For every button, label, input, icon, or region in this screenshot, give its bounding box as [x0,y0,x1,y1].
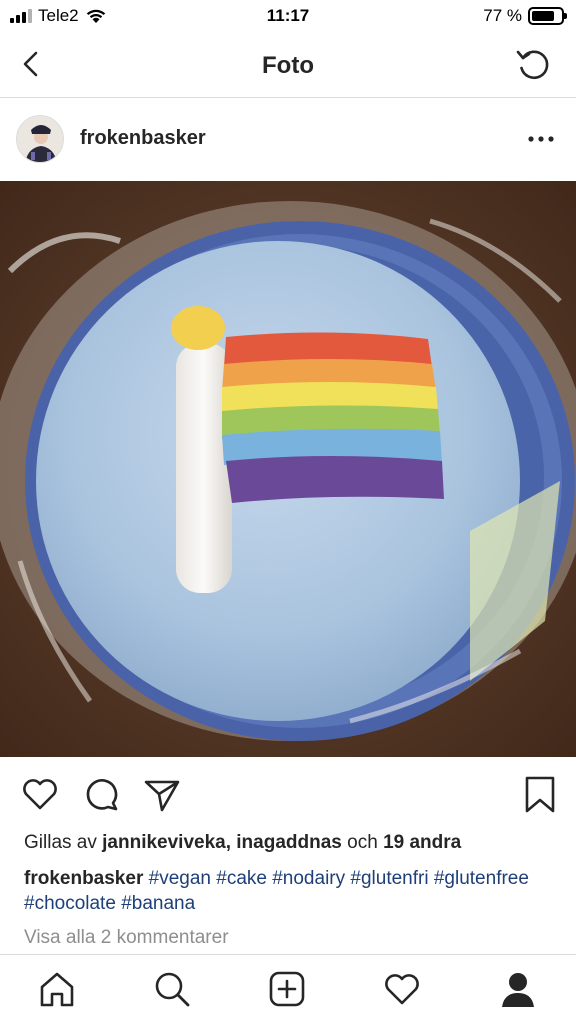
activity-heart-icon[interactable] [382,969,422,1009]
profile-icon[interactable] [498,969,538,1009]
battery-icon [528,7,567,25]
page-title: Foto [262,52,314,79]
hashtag[interactable]: #nodairy [272,868,345,889]
likes-prefix: Gillas av [24,832,97,853]
hashtag[interactable]: #banana [121,893,195,914]
comment-icon[interactable] [82,774,122,814]
hashtag[interactable]: #glutenfree [434,868,529,889]
liked-by-users[interactable]: jannikeviveka, inagaddnas [102,832,342,853]
search-icon[interactable] [152,969,192,1009]
hashtag[interactable]: #cake [216,868,267,889]
status-bar: Tele2 11:17 77 % [0,0,576,34]
add-post-icon[interactable] [267,969,307,1009]
cake-photo [0,181,576,757]
caption-username[interactable]: frokenbasker [24,868,143,889]
post-header: frokenbasker [0,99,576,181]
nav-bar: Foto [0,34,576,98]
likes-conjunction: och [347,832,378,853]
post-username[interactable]: frokenbasker [80,127,206,150]
home-icon[interactable] [37,969,77,1009]
battery-percent: 77 % [483,6,522,25]
likes-others-count[interactable]: 19 andra [383,832,461,853]
likes-text: Gillas av jannikeviveka, inagaddnas och … [24,832,461,854]
more-horizontal-icon[interactable] [526,127,556,151]
heart-icon[interactable] [20,774,60,814]
refresh-icon[interactable] [514,44,554,84]
view-comments-link[interactable]: Visa alla 2 kommentarer [24,927,229,949]
bookmark-icon[interactable] [520,774,560,814]
tab-bar [0,954,576,1024]
post-caption: frokenbasker #vegan #cake #nodairy #glut… [24,866,554,916]
hashtag[interactable]: #chocolate [24,893,116,914]
share-icon[interactable] [142,774,182,814]
hashtag[interactable]: #glutenfri [350,868,428,889]
post-photo[interactable] [0,181,576,757]
avatar[interactable] [16,115,64,163]
post-actions [0,770,576,818]
hashtag[interactable]: #vegan [149,868,211,889]
